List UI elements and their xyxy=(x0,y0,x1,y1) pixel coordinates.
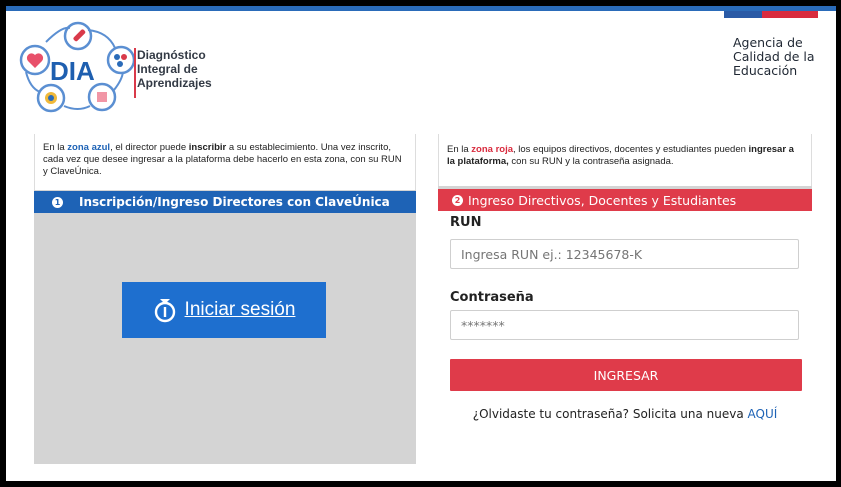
password-label: Contraseña xyxy=(450,290,534,305)
staff-info-text: En la zona roja, los equipos directivos,… xyxy=(438,134,812,186)
staff-header-title: Ingreso Directivos, Docentes y Estudiant… xyxy=(468,192,737,208)
directors-info-text: En la zona azul, el director puede inscr… xyxy=(34,134,416,190)
forgot-password-text: ¿Olvidaste tu contraseña? Solicita una n… xyxy=(472,407,778,421)
directors-header-title: Inscripción/Ingreso Directores con Clave… xyxy=(79,195,390,209)
submit-button[interactable]: INGRESAR xyxy=(450,359,802,391)
staff-header-bar: 2 Ingreso Directivos, Docentes y Estudia… xyxy=(438,189,812,211)
step-number-badge: 2 xyxy=(452,194,463,206)
run-input[interactable] xyxy=(450,239,799,269)
staff-login-form: RUN Contraseña INGRESAR ¿Olvidaste tu co… xyxy=(438,211,812,464)
password-input[interactable] xyxy=(450,310,799,340)
directors-header-bar: 1 Inscripción/Ingreso Directores con Cla… xyxy=(34,191,416,213)
clave-unica-login-label: Iniciar sesión xyxy=(184,299,296,320)
clave-unica-login-button[interactable]: Iniciar sesión xyxy=(122,282,326,338)
page-frame: DIA Diagnóstico Integral de Aprendizajes… xyxy=(6,6,836,481)
forgot-password-link[interactable]: AQUÍ xyxy=(748,407,778,421)
svg-text:DIA: DIA xyxy=(50,56,95,86)
logo-title: Diagnóstico Integral de Aprendizajes xyxy=(137,48,212,90)
agency-flag-icon xyxy=(724,11,818,18)
run-label: RUN xyxy=(450,215,482,230)
directors-panel: En la zona azul, el director puede inscr… xyxy=(34,134,416,464)
clave-unica-icon xyxy=(154,299,175,323)
step-number-badge: 1 xyxy=(52,196,63,208)
agency-name: Agencia de Calidad de la Educación xyxy=(733,35,815,78)
staff-panel: En la zona roja, los equipos directivos,… xyxy=(438,134,812,464)
top-accent-bar xyxy=(6,6,836,11)
